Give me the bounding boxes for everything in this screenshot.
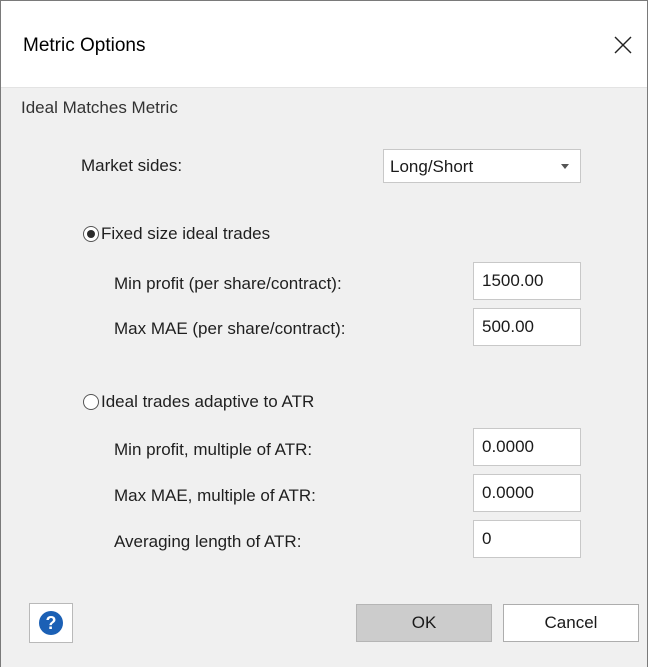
adaptive-avg-length-label: Averaging length of ATR:: [114, 532, 302, 551]
fixed-max-mae-label: Max MAE (per share/contract):: [114, 319, 346, 338]
fixed-size-radio[interactable]: [83, 226, 99, 242]
adaptive-min-profit-input[interactable]: [473, 428, 581, 466]
adaptive-max-mae-label: Max MAE, multiple of ATR:: [114, 486, 316, 505]
chevron-down-icon: [561, 164, 569, 169]
cancel-button[interactable]: Cancel: [503, 604, 639, 642]
dialog-title: Metric Options: [23, 35, 146, 56]
ok-button[interactable]: OK: [356, 604, 492, 642]
close-icon: [614, 36, 632, 54]
market-sides-select[interactable]: Long/Short: [383, 149, 581, 183]
title-bar: Metric Options: [1, 1, 647, 87]
adaptive-max-mae-input[interactable]: [473, 474, 581, 512]
fixed-size-label[interactable]: Fixed size ideal trades: [101, 224, 270, 244]
market-sides-label: Market sides:: [81, 156, 183, 175]
adaptive-atr-label[interactable]: Ideal trades adaptive to ATR: [101, 392, 314, 412]
group-title: Ideal Matches Metric: [21, 98, 178, 117]
adaptive-min-profit-label: Min profit, multiple of ATR:: [114, 440, 313, 459]
fixed-max-mae-input[interactable]: [473, 308, 581, 346]
fixed-min-profit-label: Min profit (per share/contract):: [114, 274, 342, 293]
metric-options-dialog: Metric Options Ideal Matches Metric Mark…: [0, 0, 648, 667]
market-sides-value: Long/Short: [390, 157, 474, 176]
help-icon: ?: [39, 611, 63, 635]
adaptive-avg-length-input[interactable]: [473, 520, 581, 558]
help-button[interactable]: ?: [29, 603, 73, 643]
close-button[interactable]: [603, 27, 643, 63]
adaptive-atr-radio[interactable]: [83, 394, 99, 410]
fixed-min-profit-input[interactable]: [473, 262, 581, 300]
dialog-content: Ideal Matches Metric Market sides: Long/…: [1, 87, 647, 667]
